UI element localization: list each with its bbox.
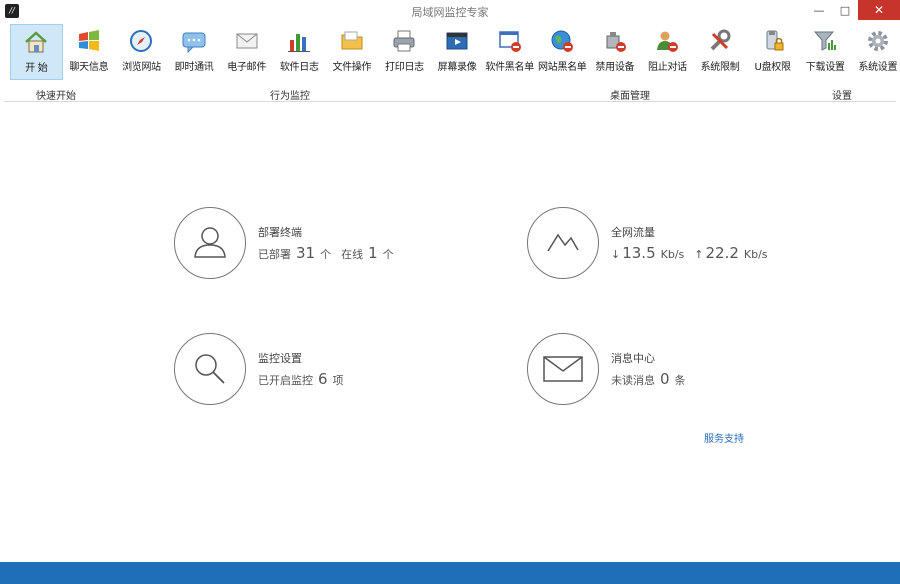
online-count: 1 <box>368 244 378 262</box>
download-unit: Kb/s <box>660 248 685 261</box>
unread-count: 0 <box>660 370 670 388</box>
toolbar-browse-button[interactable]: 浏览网站 <box>115 24 168 80</box>
toolbar-website-blacklist-button[interactable]: 网站黑名单 <box>536 24 589 80</box>
toolbar-label: 浏览网站 <box>122 62 161 73</box>
toolbar-block-chat-button[interactable]: 阻止对话 <box>641 24 694 80</box>
download-rate: 13.5 <box>622 244 656 262</box>
deployed-unit: 个 <box>320 248 332 261</box>
toolbar-software-blacklist-button[interactable]: 软件黑名单 <box>483 24 536 80</box>
toolbar-system-limit-button[interactable]: 系统限制 <box>694 24 747 80</box>
online-label: 在线 <box>341 248 364 261</box>
deployed-count: 31 <box>296 244 316 262</box>
download-icon <box>811 27 839 55</box>
deployed-label: 已部署 <box>258 248 291 261</box>
toolbar-im-button[interactable]: 即时通讯 <box>168 24 221 80</box>
toolbar-label: 电子邮件 <box>227 62 267 73</box>
monitor-enabled-label: 已开启监控 <box>258 374 313 387</box>
home-icon <box>22 28 50 56</box>
user-block-icon <box>653 27 681 55</box>
terminal-user-icon <box>174 207 246 279</box>
chat-bubble-icon <box>180 27 208 55</box>
toolbar-label: 系统设置 <box>858 62 898 73</box>
unread-unit: 条 <box>674 374 686 387</box>
status-bar <box>0 562 900 584</box>
toolbar-software-log-button[interactable]: 软件日志 <box>273 24 326 80</box>
toolbar-label: 打印日志 <box>385 62 424 73</box>
messages-title: 消息中心 <box>611 352 655 365</box>
terminals-title: 部署终端 <box>258 226 302 239</box>
device-block-icon <box>601 27 629 55</box>
traffic-chart-icon <box>527 207 599 279</box>
toolbar-system-settings-button[interactable]: 系统设置 <box>852 24 900 80</box>
folder-icon <box>338 27 366 55</box>
usb-lock-icon <box>759 27 787 55</box>
download-arrow-icon: ↓ <box>611 248 621 261</box>
title-bar: // 局域网监控专家 — □ ✕ <box>0 0 900 22</box>
toolbar-label: 软件日志 <box>279 62 319 73</box>
toolbar-disable-device-button[interactable]: 禁用设备 <box>589 24 642 80</box>
upload-arrow-icon: ↑ <box>694 248 704 261</box>
toolbar-label: U盘权限 <box>754 62 791 73</box>
toolbar-label: 禁用设备 <box>595 62 635 73</box>
toolbar-file-ops-button[interactable]: 文件操作 <box>326 24 379 80</box>
monitor-title: 监控设置 <box>258 352 302 365</box>
toolbar-download-settings-button[interactable]: 下载设置 <box>799 24 852 80</box>
toolbar-label: 文件操作 <box>332 62 372 73</box>
envelope-icon <box>233 27 261 55</box>
monitor-count: 6 <box>318 370 328 388</box>
toolbar-chat-info-button[interactable]: 聊天信息 <box>63 24 116 80</box>
tools-icon <box>706 27 734 55</box>
ribbon-toolbar: 开 始 聊天信息 浏览网站 即时通讯 电子邮件 软件日志 文件操作 打印日志 屏… <box>4 22 898 102</box>
minimize-button[interactable]: — <box>806 0 832 20</box>
toolbar-label: 软件黑名单 <box>485 62 534 73</box>
toolbar-home-button[interactable]: 开 始 <box>10 24 63 80</box>
monitor-unit: 项 <box>332 374 344 387</box>
terminals-card[interactable]: 部署终端 已部署 31 个 在线 1 个 <box>174 207 394 279</box>
mail-icon <box>527 333 599 405</box>
film-icon <box>443 27 471 55</box>
printer-icon <box>390 27 418 55</box>
online-unit: 个 <box>382 248 394 261</box>
upload-unit: Kb/s <box>743 248 768 261</box>
toolbar-label: 聊天信息 <box>69 62 109 73</box>
group-label-desktop-management: 桌面管理 <box>610 91 650 102</box>
monitor-settings-card[interactable]: 监控设置 已开启监控 6 项 <box>174 333 344 405</box>
gear-icon <box>864 27 892 55</box>
window-block-icon <box>496 27 524 55</box>
toolbar-label: 系统限制 <box>700 62 740 73</box>
toolbar-label: 下载设置 <box>805 62 845 73</box>
group-label-settings: 设置 <box>832 91 852 102</box>
magnifier-icon <box>174 333 246 405</box>
support-link[interactable]: 服务支持 <box>704 430 744 445</box>
window-title: 局域网监控专家 <box>411 6 489 19</box>
toolbar-label: 阻止对话 <box>648 62 687 73</box>
toolbar-items: 开 始 聊天信息 浏览网站 即时通讯 电子邮件 软件日志 文件操作 打印日志 屏… <box>10 24 900 80</box>
maximize-button[interactable]: □ <box>832 0 858 20</box>
toolbar-label: 网站黑名单 <box>537 62 587 73</box>
ribbon-group-labels: 快速开始 行为监控 桌面管理 设置 <box>4 87 896 102</box>
bar-chart-icon <box>285 27 313 55</box>
traffic-title: 全网流量 <box>611 226 655 239</box>
toolbar-usb-permission-button[interactable]: U盘权限 <box>746 24 799 80</box>
traffic-card[interactable]: 全网流量 ↓ 13.5 Kb/s ↑ 22.2 Kb/s <box>527 207 768 279</box>
toolbar-label: 开 始 <box>25 63 48 74</box>
message-center-card[interactable]: 消息中心 未读消息 0 条 <box>527 333 686 405</box>
compass-icon <box>127 27 155 55</box>
windows-flag-icon <box>75 27 103 55</box>
toolbar-print-log-button[interactable]: 打印日志 <box>378 24 431 80</box>
toolbar-label: 即时通讯 <box>174 62 214 73</box>
group-label-behavior-monitor: 行为监控 <box>270 91 310 102</box>
window-controls: — □ ✕ <box>806 0 900 20</box>
group-label-quick-start: 快速开始 <box>36 91 76 102</box>
toolbar-label: 屏幕录像 <box>437 62 477 73</box>
globe-block-icon <box>548 27 576 55</box>
toolbar-email-button[interactable]: 电子邮件 <box>220 24 273 80</box>
toolbar-screen-record-button[interactable]: 屏幕录像 <box>431 24 484 80</box>
upload-rate: 22.2 <box>705 244 739 262</box>
unread-label: 未读消息 <box>611 374 655 387</box>
close-button[interactable]: ✕ <box>858 0 900 20</box>
